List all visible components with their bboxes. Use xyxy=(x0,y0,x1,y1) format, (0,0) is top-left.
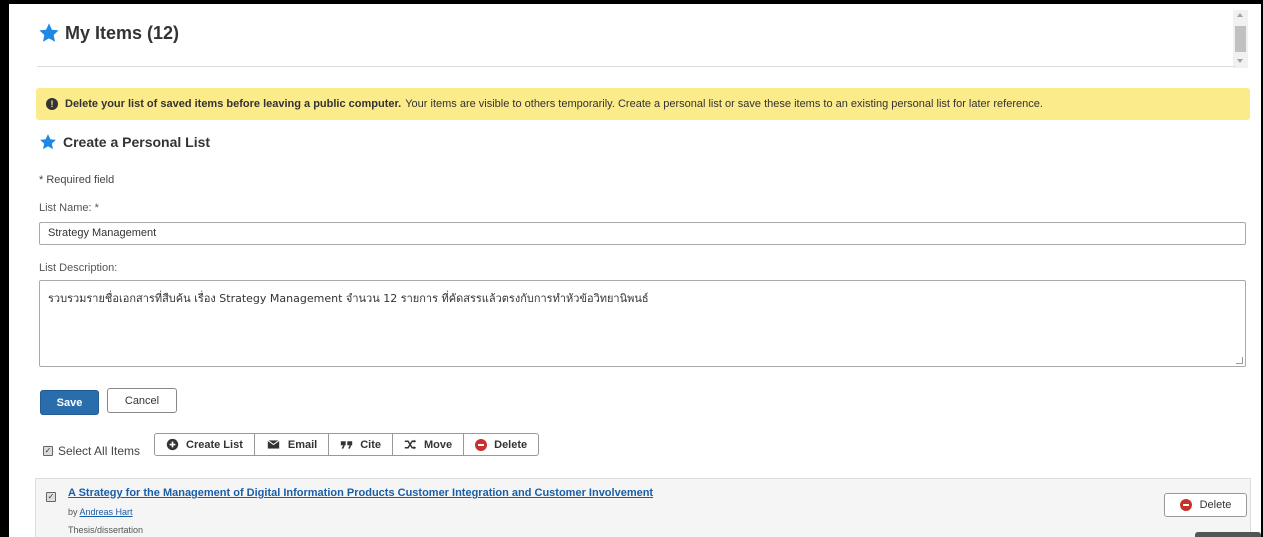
item-byline: by Andreas Hart xyxy=(68,507,133,517)
item-format: Thesis/dissertation xyxy=(68,525,144,535)
page-title-text: My Items (12) xyxy=(65,22,180,43)
list-name-label: List Name: * xyxy=(39,202,99,214)
vertical-scrollbar[interactable] xyxy=(1233,10,1248,68)
alert-strong-text: Delete your list of saved items before l… xyxy=(65,98,402,110)
cancel-button[interactable]: Cancel xyxy=(107,388,177,413)
minus-circle-icon xyxy=(1179,499,1192,511)
feedback-tab[interactable] xyxy=(1195,532,1261,537)
scroll-thumb[interactable] xyxy=(1235,26,1246,52)
star-icon xyxy=(40,134,56,150)
cite-button[interactable]: Cite xyxy=(329,434,393,455)
header: My Items (12) xyxy=(9,4,1261,68)
page-frame: My Items (12) ! Delete your list of save… xyxy=(9,4,1261,537)
item-delete-label: Delete xyxy=(1199,499,1232,511)
list-item: ✓ A Strategy for the Management of Digit… xyxy=(35,478,1251,537)
move-label: Move xyxy=(424,438,453,451)
select-all[interactable]: ✓ Select All Items xyxy=(43,444,140,458)
create-list-label: Create List xyxy=(186,438,243,451)
delete-button[interactable]: Delete xyxy=(464,434,538,455)
plus-circle-icon xyxy=(166,438,179,451)
item-checkbox[interactable]: ✓ xyxy=(46,492,56,502)
cite-label: Cite xyxy=(360,438,381,451)
envelope-icon xyxy=(267,440,280,449)
create-list-heading: Create a Personal List xyxy=(39,133,210,151)
divider xyxy=(37,66,1235,67)
exclamation-icon: ! xyxy=(46,98,58,110)
star-icon xyxy=(39,23,59,42)
page-title: My Items (12) xyxy=(38,22,179,44)
item-delete-button[interactable]: Delete xyxy=(1164,493,1247,517)
save-button[interactable]: Save xyxy=(40,390,99,415)
scroll-up-arrow-icon[interactable] xyxy=(1237,13,1243,17)
item-author-link[interactable]: Andreas Hart xyxy=(80,507,133,517)
list-description-text: รวบรวมรายชื่อเอกสารที่สืบค้น เรื่อง Stra… xyxy=(48,292,649,305)
list-description-textarea[interactable]: รวบรวมรายชื่อเอกสารที่สืบค้น เรื่อง Stra… xyxy=(39,280,1246,367)
email-button[interactable]: Email xyxy=(255,434,330,455)
public-computer-alert: ! Delete your list of saved items before… xyxy=(36,88,1250,120)
shuffle-icon xyxy=(404,439,417,450)
delete-label: Delete xyxy=(494,438,528,451)
scroll-down-arrow-icon[interactable] xyxy=(1237,59,1243,63)
create-list-heading-text: Create a Personal List xyxy=(63,134,211,150)
required-field-note: * Required field xyxy=(39,174,115,186)
quote-icon xyxy=(341,441,353,449)
email-label: Email xyxy=(287,438,318,451)
list-description-label: List Description: xyxy=(39,262,118,274)
select-all-checkbox[interactable]: ✓ xyxy=(43,446,53,456)
resize-handle[interactable] xyxy=(1236,357,1243,364)
list-name-input[interactable]: Strategy Management xyxy=(39,222,1246,245)
select-all-label: Select All Items xyxy=(58,444,141,458)
bulk-action-toolbar: Create List Email Cite Move Delete xyxy=(154,433,540,456)
minus-circle-icon xyxy=(475,438,488,451)
item-by-prefix: by xyxy=(68,507,80,517)
alert-text: Your items are visible to others tempora… xyxy=(405,98,1043,110)
move-button[interactable]: Move xyxy=(393,434,465,455)
create-list-button[interactable]: Create List xyxy=(155,434,255,455)
item-title-link[interactable]: A Strategy for the Management of Digital… xyxy=(68,487,653,499)
